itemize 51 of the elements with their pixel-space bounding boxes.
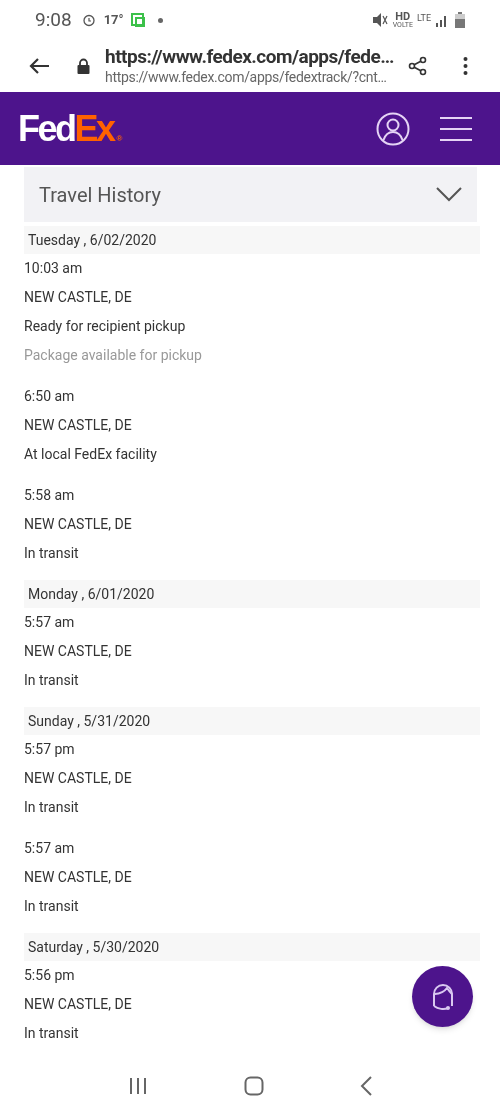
battery-icon bbox=[455, 12, 465, 28]
event-status: At local FedEx facility bbox=[24, 445, 157, 464]
mute-icon bbox=[371, 12, 388, 28]
event-status: In transit bbox=[24, 671, 79, 690]
event-time: 5:58 am bbox=[24, 486, 75, 505]
dot-icon bbox=[157, 17, 163, 23]
alarm-icon bbox=[81, 13, 96, 27]
account-icon[interactable] bbox=[376, 111, 410, 146]
date-row: Monday , 6/01/2020 bbox=[24, 580, 480, 608]
date-row: Saturday , 5/30/2020 bbox=[24, 933, 480, 961]
lock-icon bbox=[77, 58, 90, 74]
date-row: Tuesday , 6/02/2020 bbox=[24, 226, 480, 254]
signal-icon bbox=[435, 13, 449, 27]
event-location: NEW CASTLE, DE bbox=[24, 868, 132, 887]
event-detail: Package available for pickup bbox=[24, 346, 202, 365]
event-status: In transit bbox=[24, 897, 79, 916]
back-arrow-icon[interactable] bbox=[28, 57, 50, 75]
recent-apps-icon[interactable] bbox=[128, 1077, 148, 1095]
event-time: 10:03 am bbox=[24, 259, 83, 278]
temperature: 17° bbox=[103, 11, 124, 30]
event-location: NEW CASTLE, DE bbox=[24, 642, 132, 661]
event-location: NEW CASTLE, DE bbox=[24, 416, 132, 435]
menu-icon[interactable] bbox=[440, 116, 472, 141]
hd-label: HD bbox=[395, 11, 411, 22]
home-icon[interactable] bbox=[244, 1076, 264, 1096]
event-location: NEW CASTLE, DE bbox=[24, 288, 132, 307]
event-status: In transit bbox=[24, 1024, 79, 1043]
travel-history-header[interactable]: Travel History bbox=[24, 167, 477, 222]
share-icon[interactable] bbox=[408, 56, 428, 76]
event-location: NEW CASTLE, DE bbox=[24, 515, 132, 534]
back-icon[interactable] bbox=[360, 1076, 372, 1096]
page-title: https://www.fedex.com/apps/fede… bbox=[105, 45, 395, 70]
event-status: In transit bbox=[24, 544, 79, 563]
event-time: 5:57 am bbox=[24, 839, 75, 858]
date-row: Sunday , 5/31/2020 bbox=[24, 707, 480, 735]
page-url: https://www.fedex.com/apps/fedextrack/?cnt… bbox=[105, 69, 388, 87]
lte-label: LTE bbox=[416, 12, 431, 25]
clock-time: 9:08 bbox=[35, 6, 72, 33]
fedex-logo[interactable]: FedEx® bbox=[18, 110, 123, 147]
event-location: NEW CASTLE, DE bbox=[24, 995, 132, 1014]
event-time: 6:50 am bbox=[24, 387, 75, 406]
event-time: 5:57 am bbox=[24, 613, 75, 632]
chevron-icon bbox=[436, 187, 462, 202]
more-options-icon[interactable] bbox=[463, 56, 468, 76]
event-time: 5:56 pm bbox=[24, 966, 75, 985]
chat-support-button[interactable] bbox=[412, 966, 473, 1027]
event-time: 5:57 pm bbox=[24, 740, 75, 759]
event-status: In transit bbox=[24, 798, 79, 817]
event-location: NEW CASTLE, DE bbox=[24, 769, 132, 788]
app-notification-icon bbox=[129, 12, 146, 28]
event-status: Ready for recipient pickup bbox=[24, 317, 186, 336]
